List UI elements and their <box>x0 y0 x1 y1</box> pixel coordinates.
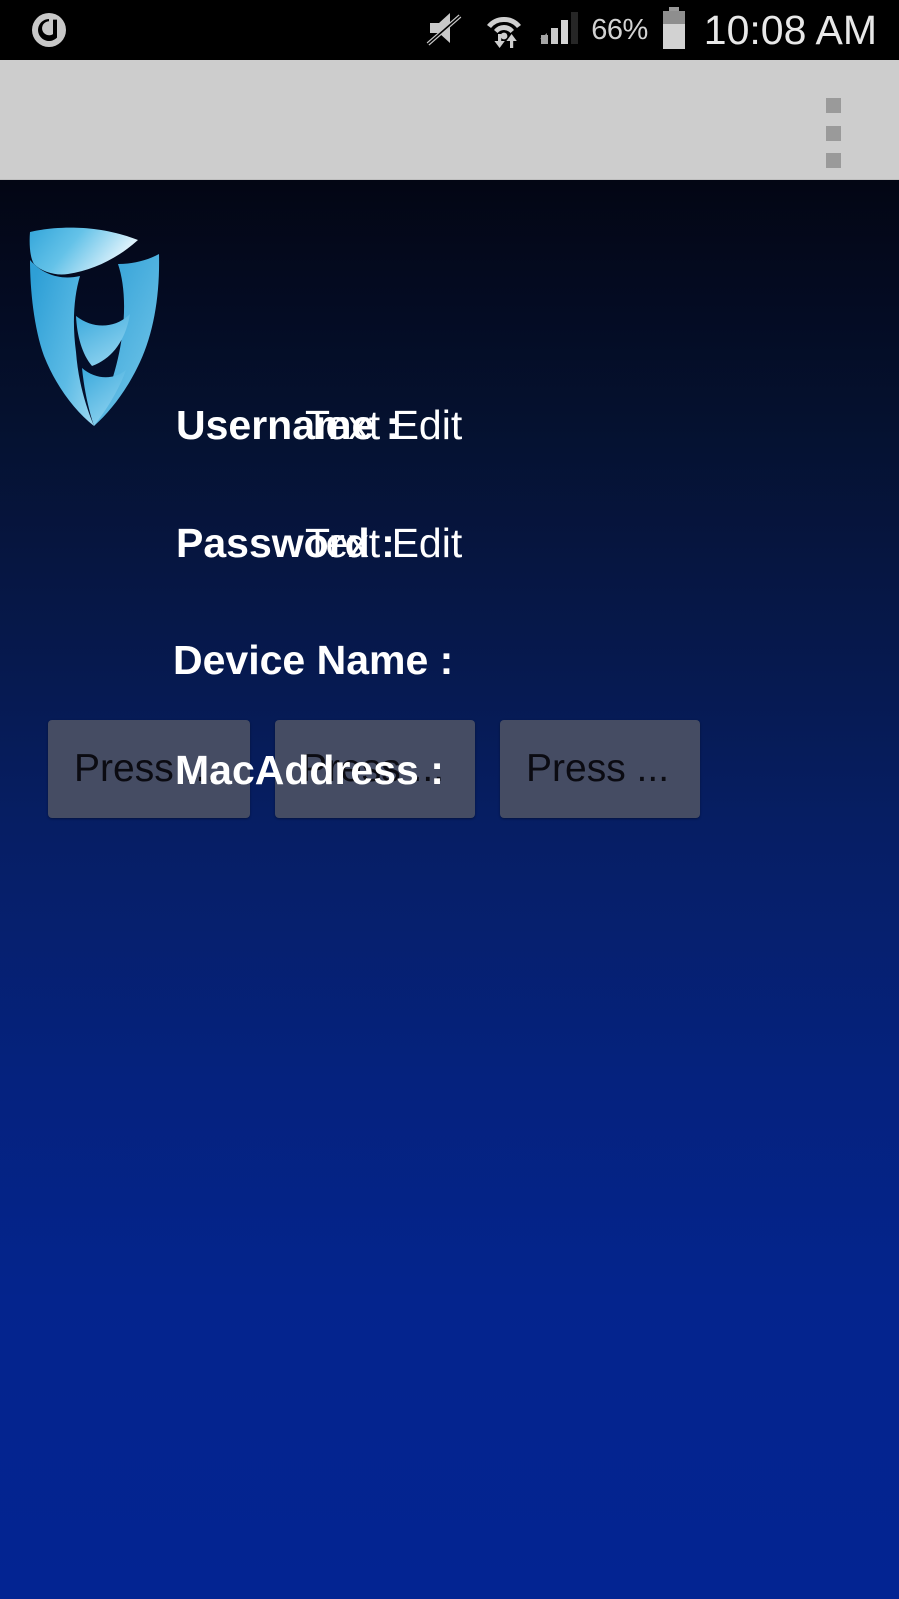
content-area: Username : Text Edit Password : Text Edi… <box>0 180 899 1599</box>
field-row-mac-address: MacAddress : <box>0 740 899 800</box>
status-bar-icons: 66% 10:08 AM <box>426 0 877 60</box>
overflow-dot-1 <box>825 98 841 113</box>
overflow-menu-icon[interactable] <box>823 98 843 168</box>
wifi-transfer-icon <box>483 7 525 54</box>
clock-label: 10:08 AM <box>703 6 877 53</box>
phone-screen: 66% 10:08 AM Username: Text Edit Passwo… <box>0 0 899 1599</box>
battery-percent-label: 66% <box>591 13 648 46</box>
device-name-label: Device Name : <box>173 637 454 683</box>
cellular-signal-icon <box>538 9 579 52</box>
username-value[interactable]: Text Edit <box>305 395 462 455</box>
battery-icon <box>661 6 687 54</box>
overflow-dot-3 <box>825 153 841 168</box>
volume-muted-icon <box>426 8 470 53</box>
action-bar <box>0 60 899 180</box>
circle-a-notification-icon <box>30 11 68 49</box>
field-row-username: Username : Text Edit <box>0 395 899 455</box>
status-bar: 66% 10:08 AM <box>0 0 899 60</box>
field-row-password: Password : Text Edit <box>0 513 899 573</box>
field-row-device-name: Device Name : <box>0 630 899 690</box>
password-value[interactable]: Text Edit <box>305 513 462 573</box>
overflow-dot-2 <box>825 125 841 141</box>
mac-address-label: MacAddress : <box>175 747 444 793</box>
